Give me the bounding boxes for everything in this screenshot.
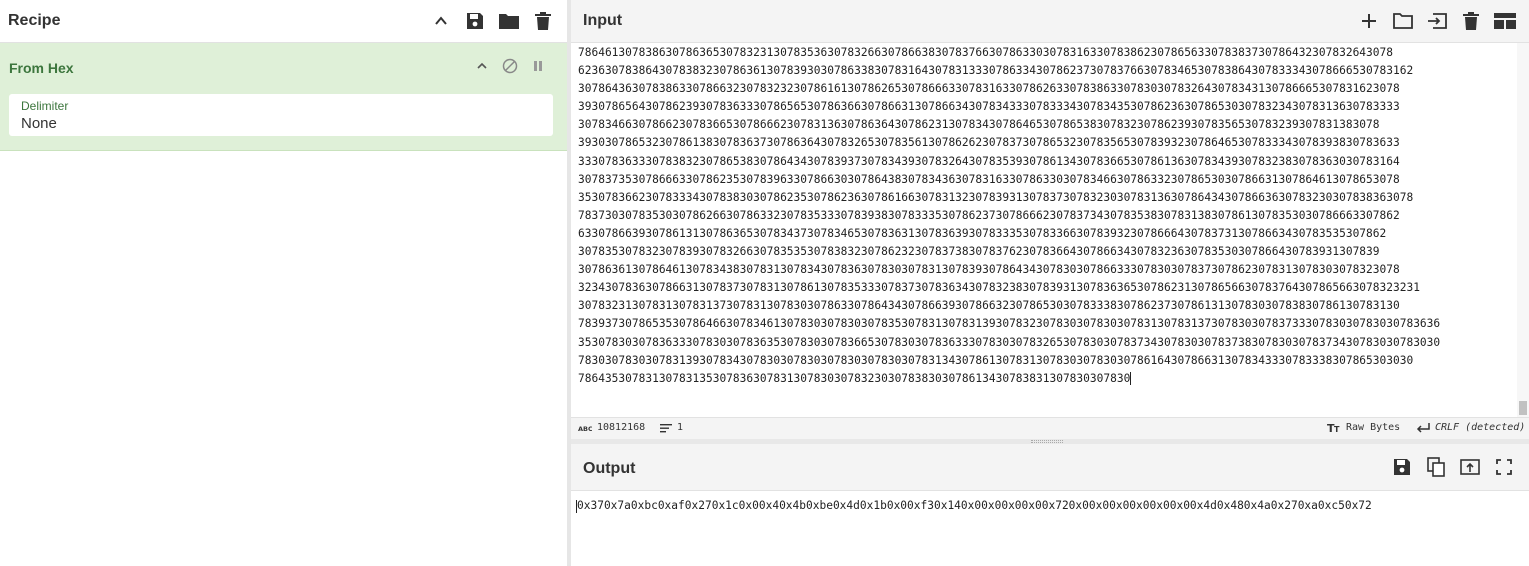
input-title: Input: [583, 12, 623, 29]
input-header: Input: [571, 0, 1529, 43]
lines-indicator: 1: [660, 422, 683, 433]
divider-grip[interactable]: [1031, 440, 1063, 443]
open-file-button[interactable]: [1424, 8, 1450, 34]
add-input-tab-button[interactable]: [1356, 8, 1382, 34]
chevron-up-icon: [435, 16, 447, 25]
input-textarea[interactable]: 7864613078386307863653078323130783536307…: [571, 43, 1516, 417]
input-line: 3078643630783863307866323078323230786161…: [578, 82, 1400, 96]
charset-selector[interactable]: TT Raw Bytes: [1327, 422, 1400, 433]
input-line: 3530783662307833343078383030786235307862…: [578, 190, 1414, 204]
save-icon: [467, 13, 483, 29]
input-line: 3078373530786663307862353078396330786630…: [578, 172, 1400, 186]
pause-icon: [534, 61, 542, 71]
output-value: 0x370x7a0xbc0xaf0x270x1c0x00x40x4b0xbe0x…: [577, 499, 1372, 512]
text-size-icon: TT: [1327, 422, 1340, 433]
input-file-icon: [1428, 13, 1447, 29]
delimiter-label: Delimiter: [21, 99, 69, 113]
save-recipe-button[interactable]: [462, 8, 488, 34]
input-line: 3530783030783633307830307836353078303078…: [578, 335, 1441, 349]
operation-title: From Hex: [9, 60, 74, 76]
collapse-recipe-button[interactable]: [428, 8, 454, 34]
fullscreen-icon: [1496, 459, 1512, 475]
disable-operation-button[interactable]: [497, 53, 523, 79]
replace-input-button[interactable]: [1457, 454, 1483, 480]
copy-output-button[interactable]: [1423, 454, 1449, 480]
open-folder-button[interactable]: [1390, 8, 1416, 34]
input-line: 3078353078323078393078326630783535307838…: [578, 245, 1380, 259]
input-line: 3930786564307862393078363330786565307863…: [578, 100, 1400, 114]
input-line: 6330786639307861313078636530783437307834…: [578, 226, 1387, 240]
input-line: 7864613078386307863653078323130783536307…: [578, 46, 1393, 59]
disable-icon: [502, 58, 518, 74]
input-line: 7839373078653530786466307834613078303078…: [578, 317, 1441, 331]
return-icon: [1416, 422, 1430, 433]
input-status-bar: ABC 10812168 1 TT Raw Bytes CRLF (detect…: [571, 417, 1529, 439]
maximise-output-button[interactable]: [1491, 454, 1517, 480]
lines-icon: [660, 423, 672, 432]
eol-selector[interactable]: CRLF (detected): [1416, 422, 1525, 433]
charset-value: Raw Bytes: [1346, 422, 1401, 433]
svg-text:T: T: [1334, 425, 1340, 433]
input-line: 6236307838643078383230786361307839303078…: [578, 64, 1414, 78]
plus-icon: [1362, 14, 1376, 28]
length-value: 10812168: [597, 422, 646, 433]
lines-value: 1: [677, 422, 684, 433]
operation-from-hex[interactable]: From Hex Delimiter None: [0, 43, 567, 151]
input-line: 3078323130783130783137307831307830307863…: [578, 299, 1400, 313]
clear-recipe-button[interactable]: [530, 8, 556, 34]
input-line: 7864353078313078313530783630783130783030…: [578, 371, 1132, 386]
abc-icon: ABC: [578, 425, 592, 432]
save-icon: [1394, 459, 1410, 475]
folder-icon: [499, 14, 519, 29]
output-title: Output: [583, 460, 636, 477]
collapse-operation-button[interactable]: [469, 53, 495, 79]
input-scrollbar[interactable]: [1517, 43, 1529, 417]
input-line: 3330783633307838323078653830786434307839…: [578, 154, 1400, 168]
save-output-button[interactable]: [1389, 454, 1415, 480]
chevron-up-icon: [477, 62, 487, 69]
recipe-title: Recipe: [8, 12, 61, 29]
eol-value: CRLF (detected): [1435, 422, 1526, 433]
recipe-panel: Recipe From Hex Delimiter None: [0, 0, 567, 566]
input-line: 7837303078353030786266307863323078353330…: [578, 208, 1400, 222]
input-line: 3078636130786461307834383078313078343078…: [578, 263, 1400, 277]
breakpoint-button[interactable]: [525, 53, 551, 79]
output-header: Output: [571, 444, 1529, 491]
recipe-header: Recipe: [0, 0, 567, 43]
clear-input-button[interactable]: [1458, 8, 1484, 34]
length-indicator: ABC 10812168: [578, 422, 645, 433]
input-line: 7830307830307831393078343078303078303078…: [578, 353, 1414, 367]
input-line: 3078346630786623078366530786662307831363…: [578, 118, 1380, 132]
layout-icon: [1494, 13, 1516, 29]
trash-icon: [535, 12, 551, 30]
input-line: 3234307836307866313078373078313078613078…: [578, 281, 1420, 295]
reset-layout-button[interactable]: [1492, 8, 1518, 34]
delimiter-value: None: [21, 115, 57, 132]
input-line: 3930307865323078613830783637307863643078…: [578, 136, 1400, 150]
move-to-input-icon: [1460, 459, 1480, 475]
text-caret: [1130, 372, 1132, 386]
delimiter-select[interactable]: Delimiter None: [9, 94, 553, 136]
scrollbar-thumb[interactable]: [1519, 401, 1527, 415]
copy-icon: [1427, 457, 1445, 477]
folder-open-icon: [1393, 13, 1413, 29]
trash-icon: [1463, 12, 1479, 30]
svg-text:ABC: ABC: [578, 425, 592, 432]
output-textarea[interactable]: 0x370x7a0xbc0xaf0x270x1c0x00x40x4b0xbe0x…: [571, 491, 1529, 566]
load-recipe-button[interactable]: [496, 8, 522, 34]
